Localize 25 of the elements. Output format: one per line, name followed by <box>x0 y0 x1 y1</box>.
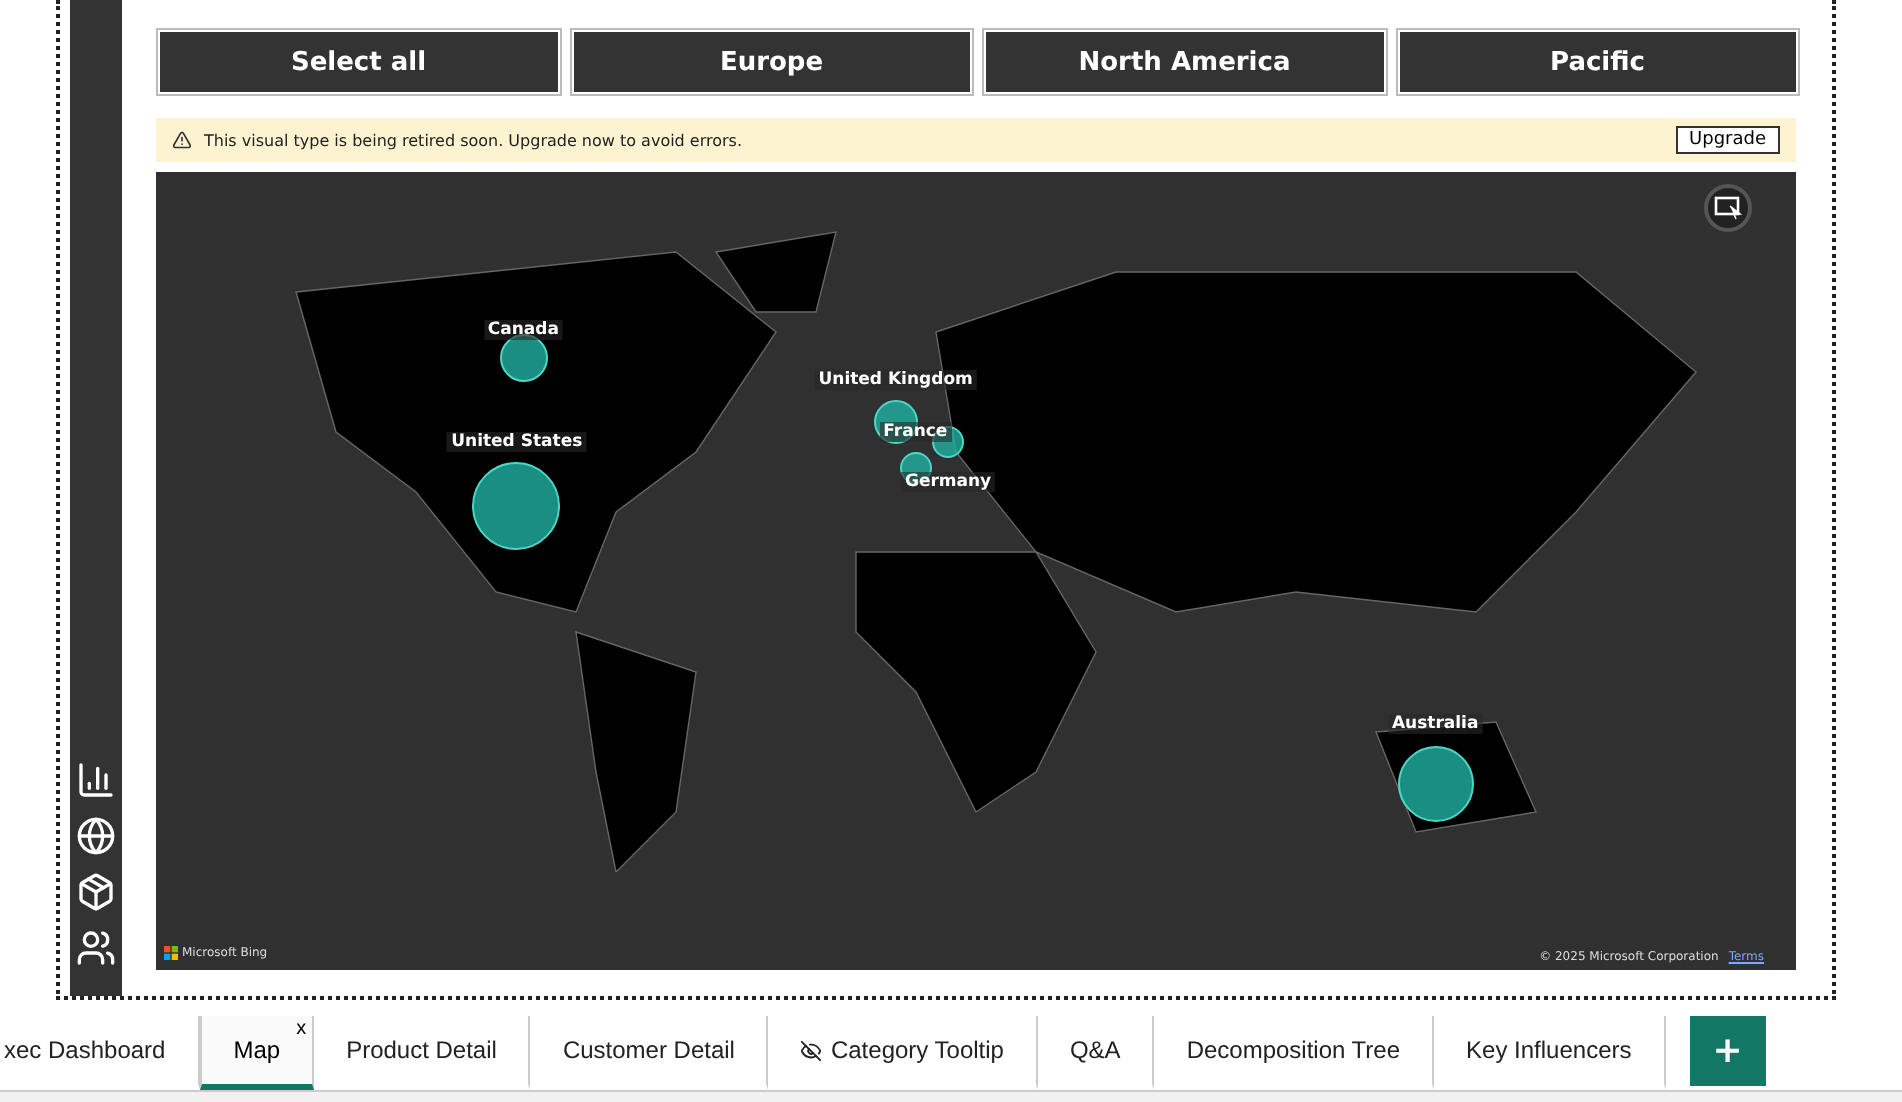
slicer-button[interactable]: Europe <box>569 28 974 96</box>
close-tab-button[interactable]: x <box>296 1018 307 1040</box>
bubble-label: Germany <box>900 471 996 492</box>
users-icon[interactable] <box>76 928 116 968</box>
bubble-label: United States <box>447 431 587 452</box>
focus-mode-icon <box>1714 196 1742 220</box>
globe-icon[interactable] <box>76 816 116 856</box>
slicer-button[interactable]: Select all <box>156 28 561 96</box>
page-tab[interactable]: xec Dashboard <box>0 1016 200 1090</box>
bubble-label: United Kingdom <box>814 369 977 390</box>
hidden-eye-icon <box>800 1039 823 1061</box>
slicer-button[interactable]: North America <box>982 28 1387 96</box>
add-page-button[interactable]: + <box>1689 1016 1766 1086</box>
slicer-button[interactable]: Pacific <box>1395 28 1800 96</box>
page-tab[interactable]: Map x <box>199 1016 315 1090</box>
bubble-label: Australia <box>1387 714 1483 735</box>
warning-text: This visual type is being retired soon. Upgrade now to avoid errors. <box>204 131 745 149</box>
bubble-label: Canada <box>483 319 563 340</box>
warning-icon <box>172 130 192 150</box>
windows-logo-icon <box>164 946 178 960</box>
focus-mode-button[interactable] <box>1704 184 1752 232</box>
upgrade-button[interactable]: Upgrade <box>1675 126 1780 154</box>
bubble-label: France <box>879 422 952 443</box>
bar-chart-icon[interactable] <box>76 760 116 800</box>
box-icon[interactable] <box>76 872 116 912</box>
